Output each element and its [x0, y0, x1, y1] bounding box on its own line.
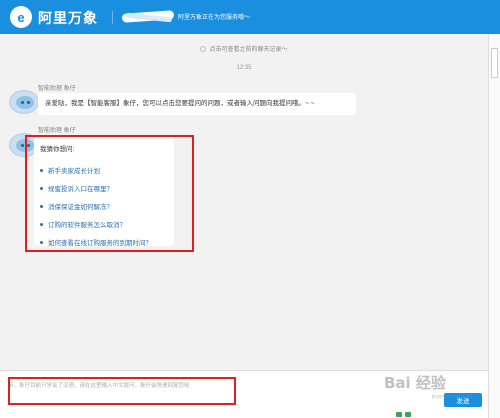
watermark-sub: jingyan.baidu.com: [432, 394, 473, 400]
history-link[interactable]: 点击可查看之前的聊天记录～: [0, 44, 488, 53]
side-panel-tab[interactable]: [491, 48, 498, 78]
app-header: e 阿里万象 阿里万象正在为您服务哦～: [0, 0, 500, 34]
logo-glyph: e: [17, 9, 25, 25]
annotation-box: [8, 377, 236, 405]
header-divider: [112, 11, 113, 24]
header-status-text: 阿里万象正在为您服务哦～: [178, 15, 251, 21]
emoji-icon[interactable]: [396, 412, 402, 417]
annotation-box: [25, 135, 194, 252]
side-panel-strip[interactable]: [488, 34, 500, 418]
greeting-text: 亲爱哒，我是【智能客服】象仔，您可以点击您要提问的问题，或者输入问题向我提问哦。…: [45, 100, 315, 107]
sender-name: 智能助理 象仔: [38, 86, 76, 92]
greeting-bubble: 亲爱哒，我是【智能客服】象仔，您可以点击您要提问的问题，或者输入问题向我提问哦。…: [38, 93, 356, 115]
app-title: 阿里万象: [38, 10, 98, 26]
history-link-label: 点击可查看之前的聊天记录～: [209, 47, 288, 53]
watermark: Bai 经验: [384, 374, 446, 392]
sender-name: 智能助理 象仔: [38, 128, 76, 134]
message-timestamp: 12:35: [236, 65, 252, 71]
image-icon[interactable]: [405, 412, 411, 417]
chat-area[interactable]: 点击可查看之前的聊天记录～ 12:35 智能助理 象仔 亲爱哒，我是【智能客服】…: [0, 34, 488, 370]
logo-icon: e: [10, 6, 32, 28]
avatar-icon: [9, 90, 39, 114]
history-icon: [200, 46, 207, 53]
